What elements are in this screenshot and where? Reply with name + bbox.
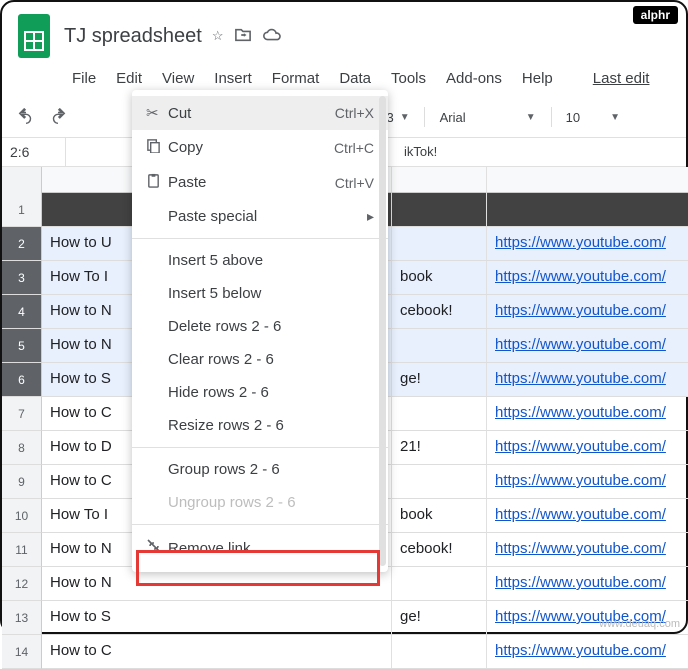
ctx-resize-rows[interactable]: Resize rows 2 - 6 (132, 409, 388, 442)
row-header[interactable]: 4 (2, 295, 42, 329)
cell-link[interactable]: https://www.youtube.com/ (487, 363, 688, 397)
row-header[interactable]: 12 (2, 567, 42, 601)
formula-value[interactable]: ikTok! (404, 138, 686, 166)
ctx-insert-above[interactable]: Insert 5 above (132, 244, 388, 277)
name-box[interactable]: 2:6 (2, 138, 66, 166)
menu-insert[interactable]: Insert (206, 66, 260, 91)
cell-link[interactable]: https://www.youtube.com/ (487, 465, 688, 499)
fx-icon (66, 138, 86, 166)
cell[interactable] (392, 329, 487, 363)
cell[interactable] (392, 227, 487, 261)
menu-file[interactable]: File (64, 66, 104, 91)
cell[interactable]: ge! (392, 363, 487, 397)
row-header[interactable]: 10 (2, 499, 42, 533)
ctx-hide-rows[interactable]: Hide rows 2 - 6 (132, 376, 388, 409)
cell-link[interactable]: https://www.youtube.com/ (487, 499, 688, 533)
cell[interactable] (392, 397, 487, 431)
menu-format[interactable]: Format (264, 66, 328, 91)
cell-link[interactable]: https://www.youtube.com/ (487, 329, 688, 363)
row-header[interactable]: 9 (2, 465, 42, 499)
ctx-delete-rows[interactable]: Delete rows 2 - 6 (132, 310, 388, 343)
sheets-logo[interactable] (14, 10, 54, 62)
ctx-remove-link[interactable]: Remove link (132, 530, 388, 566)
cell[interactable] (392, 635, 487, 669)
cell-link[interactable]: https://www.youtube.com/ (487, 261, 688, 295)
row-header[interactable]: 8 (2, 431, 42, 465)
remove-link-icon (146, 538, 168, 558)
cell[interactable]: cebook! (392, 533, 487, 567)
last-edit-link[interactable]: Last edit (585, 66, 658, 91)
doc-title[interactable]: TJ spreadsheet (64, 25, 202, 48)
row-header[interactable]: 14 (2, 635, 42, 669)
table-row[interactable]: How to N https://www.youtube.com/ (42, 567, 688, 601)
cut-icon: ✂ (146, 104, 168, 122)
cell[interactable]: 21! (392, 431, 487, 465)
ctx-insert-below[interactable]: Insert 5 below (132, 277, 388, 310)
cell[interactable]: How to S (42, 601, 392, 635)
ctx-ungroup-rows: Ungroup rows 2 - 6 (132, 486, 388, 519)
ctx-copy[interactable]: Copy Ctrl+C (132, 130, 388, 165)
font-size-select[interactable]: 10▼ (560, 110, 626, 125)
row-header[interactable]: 11 (2, 533, 42, 567)
cell[interactable] (392, 465, 487, 499)
row-header[interactable]: 3 (2, 261, 42, 295)
cell-link[interactable]: https://www.youtube.com/ (487, 295, 688, 329)
cell[interactable]: ge! (392, 601, 487, 635)
watermark: www.deuaq.com (599, 618, 680, 630)
cell[interactable]: book (392, 261, 487, 295)
row-header[interactable]: 13 (2, 601, 42, 635)
brand-badge: alphr (633, 6, 678, 24)
move-icon[interactable] (234, 27, 252, 46)
menu-scrollbar[interactable] (379, 96, 386, 566)
row-header[interactable]: 5 (2, 329, 42, 363)
undo-button[interactable] (12, 103, 40, 131)
paste-icon (146, 173, 168, 192)
context-menu: ✂ Cut Ctrl+X Copy Ctrl+C Paste Ctrl+V Pa… (132, 90, 388, 572)
cell-link[interactable]: https://www.youtube.com/ (487, 533, 688, 567)
cell[interactable]: cebook! (392, 295, 487, 329)
cell-link[interactable]: https://www.youtube.com/ (487, 227, 688, 261)
redo-button[interactable] (44, 103, 72, 131)
cloud-icon[interactable] (262, 28, 282, 45)
cell-link[interactable]: https://www.youtube.com/ (487, 397, 688, 431)
table-row[interactable]: How to Sge!https://www.youtube.com/ (42, 601, 688, 635)
row-header[interactable]: 7 (2, 397, 42, 431)
ctx-group-rows[interactable]: Group rows 2 - 6 (132, 453, 388, 486)
ctx-clear-rows[interactable]: Clear rows 2 - 6 (132, 343, 388, 376)
menu-addons[interactable]: Add-ons (438, 66, 510, 91)
ctx-cut[interactable]: ✂ Cut Ctrl+X (132, 96, 388, 130)
menu-tools[interactable]: Tools (383, 66, 434, 91)
ctx-paste[interactable]: Paste Ctrl+V (132, 165, 388, 200)
star-icon[interactable]: ☆ (212, 28, 224, 44)
table-row[interactable]: How to C https://www.youtube.com/ (42, 635, 688, 669)
menu-view[interactable]: View (154, 66, 202, 91)
submenu-arrow-icon: ▸ (367, 208, 374, 225)
copy-icon (146, 138, 168, 157)
cell[interactable]: How to N (42, 567, 392, 601)
row-header[interactable]: 2 (2, 227, 42, 261)
menu-edit[interactable]: Edit (108, 66, 150, 91)
cell[interactable]: book (392, 499, 487, 533)
menubar: File Edit View Insert Format Data Tools … (64, 66, 674, 91)
menu-help[interactable]: Help (514, 66, 561, 91)
ctx-paste-special[interactable]: Paste special ▸ (132, 200, 388, 233)
row-header[interactable]: 6 (2, 363, 42, 397)
menu-data[interactable]: Data (331, 66, 379, 91)
cell-link[interactable]: https://www.youtube.com/ (487, 635, 688, 669)
cell-link[interactable]: https://www.youtube.com/ (487, 567, 688, 601)
row-header[interactable]: 1 (2, 193, 42, 227)
cell-link[interactable]: https://www.youtube.com/ (487, 431, 688, 465)
cell[interactable]: How to C (42, 635, 392, 669)
font-select[interactable]: Arial▼ (433, 109, 543, 126)
cell[interactable] (392, 567, 487, 601)
